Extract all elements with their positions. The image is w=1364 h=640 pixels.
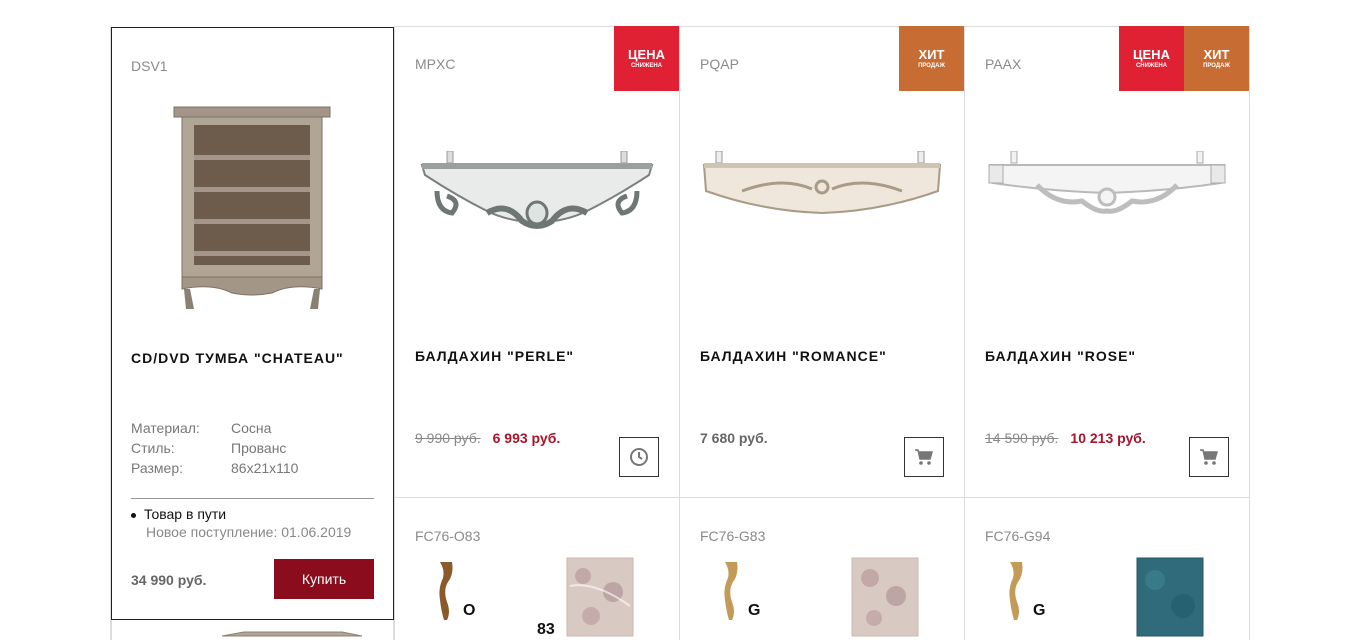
price-row: 14 590 руб. 10 213 руб.: [985, 430, 1146, 446]
badge-title: ХИТ: [918, 46, 945, 62]
property-row: Размер: 86x21x110: [131, 458, 298, 478]
sale-price: 10 213 руб.: [1070, 430, 1146, 446]
furniture-leg-image: [724, 562, 738, 620]
product-name[interactable]: БАЛДАХИН "ROSE": [985, 348, 1229, 364]
bullet-icon: [131, 512, 136, 518]
preorder-button[interactable]: [619, 437, 659, 477]
fabric-swatch[interactable]: [1135, 556, 1205, 638]
product-image[interactable]: [690, 96, 954, 316]
property-row: Стиль: Прованс: [131, 438, 298, 458]
badge-subtitle: СНИЖЕНА: [630, 62, 663, 69]
product-sku: DSV1: [131, 58, 168, 74]
badge-subtitle: ПРОДАЖ: [1203, 62, 1230, 69]
badge-title: ХИТ: [1203, 46, 1230, 62]
product-sku: FC76-G83: [700, 528, 766, 544]
fabric-swatch[interactable]: [565, 556, 635, 638]
product-image: [221, 631, 363, 637]
featured-product-card[interactable]: DSV1 CD/DVD ТУМБА "CHATEAU" Материал: Со…: [111, 27, 394, 620]
bestseller-badge: ХИТ ПРОДАЖ: [1184, 26, 1249, 91]
cart-icon: [1200, 449, 1218, 465]
property-value: 86x21x110: [231, 460, 299, 476]
bookcase-image: [173, 106, 331, 309]
badge-subtitle: СНИЖЕНА: [1135, 62, 1168, 69]
property-key: Стиль:: [131, 440, 175, 456]
availability-status: Товар в пути Новое поступление: 01.06.20…: [131, 506, 351, 540]
status-title: Товар в пути: [144, 506, 227, 522]
product-sku: FC76-O83: [415, 528, 481, 544]
product-name[interactable]: БАЛДАХИН "ROMANCE": [700, 348, 944, 364]
property-value: Прованс: [231, 440, 287, 456]
product-name[interactable]: БАЛДАХИН "PERLE": [415, 348, 659, 364]
furniture-leg-image: [439, 562, 453, 620]
product-card[interactable]: PQAP ХИТ ПРОДАЖ БАЛДАХИН "ROMANCE" 7 680…: [680, 26, 964, 498]
product-card[interactable]: MPXC ЦЕНА СНИЖЕНА БАЛДАХИН "PERLE" 9 990…: [395, 26, 679, 498]
fabric-swatch[interactable]: [850, 556, 920, 638]
product-sku: FC76-G94: [985, 528, 1051, 544]
property-key: Материал:: [131, 420, 200, 436]
leg-finish-letter: G: [748, 602, 761, 619]
price-reduced-badge: ЦЕНА СНИЖЕНА: [614, 26, 679, 91]
badge-title: ЦЕНА: [628, 46, 665, 62]
buy-button[interactable]: Купить: [274, 559, 374, 599]
badge-subtitle: ПРОДАЖ: [918, 62, 945, 69]
canopy-image: [988, 151, 1226, 214]
price-row: 9 990 руб. 6 993 руб.: [415, 430, 560, 446]
price-row: 7 680 руб.: [700, 430, 768, 446]
fabric-option-tile[interactable]: FC76-G83 G: [680, 498, 964, 640]
fabric-number: 83: [537, 621, 555, 638]
sale-price: 6 993 руб.: [492, 430, 561, 446]
product-image[interactable]: [405, 96, 669, 316]
product-sku: MPXC: [415, 56, 456, 72]
divider: [131, 498, 374, 499]
product-image[interactable]: [152, 98, 352, 318]
badge-title: ЦЕНА: [1133, 46, 1170, 62]
old-price: 9 990 руб.: [415, 430, 481, 446]
product-card[interactable]: PAAX ЦЕНА СНИЖЕНА ХИТ ПРОДАЖ БАЛДАХИН "R…: [965, 26, 1249, 498]
arrival-note: Новое поступление: 01.06.2019: [146, 524, 352, 540]
property-key: Размер:: [131, 460, 184, 476]
property-value: Сосна: [231, 420, 272, 436]
price-reduced-badge: ЦЕНА СНИЖЕНА: [1119, 26, 1184, 91]
add-to-cart-button[interactable]: [904, 437, 944, 477]
clock-icon: [630, 448, 648, 466]
canopy-image: [420, 151, 654, 229]
old-price: 14 590 руб.: [985, 430, 1059, 446]
cart-icon: [915, 449, 933, 465]
grid-divider: [1249, 26, 1250, 640]
furniture-leg-image: [1009, 562, 1023, 620]
property-row: Материал: Сосна: [131, 418, 298, 438]
price: 7 680 руб.: [700, 430, 768, 446]
product-image[interactable]: [975, 96, 1239, 316]
product-sku: PAAX: [985, 56, 1022, 72]
add-to-cart-button[interactable]: [1189, 437, 1229, 477]
product-name[interactable]: CD/DVD ТУМБА "CHATEAU": [131, 350, 344, 366]
price: 34 990 руб.: [131, 572, 207, 588]
leg-finish-letter: O: [463, 602, 476, 619]
fabric-option-tile[interactable]: FC76-G94 G: [965, 498, 1249, 640]
canopy-image: [702, 151, 942, 215]
product-properties: Материал: Сосна Стиль: Прованс Размер: 8…: [131, 418, 298, 478]
leg-finish-letter: G: [1033, 602, 1046, 619]
fabric-option-tile[interactable]: FC76-O83 O 83: [395, 498, 679, 640]
bestseller-badge: ХИТ ПРОДАЖ: [899, 26, 964, 91]
next-product-card[interactable]: [111, 620, 394, 640]
product-sku: PQAP: [700, 56, 739, 72]
